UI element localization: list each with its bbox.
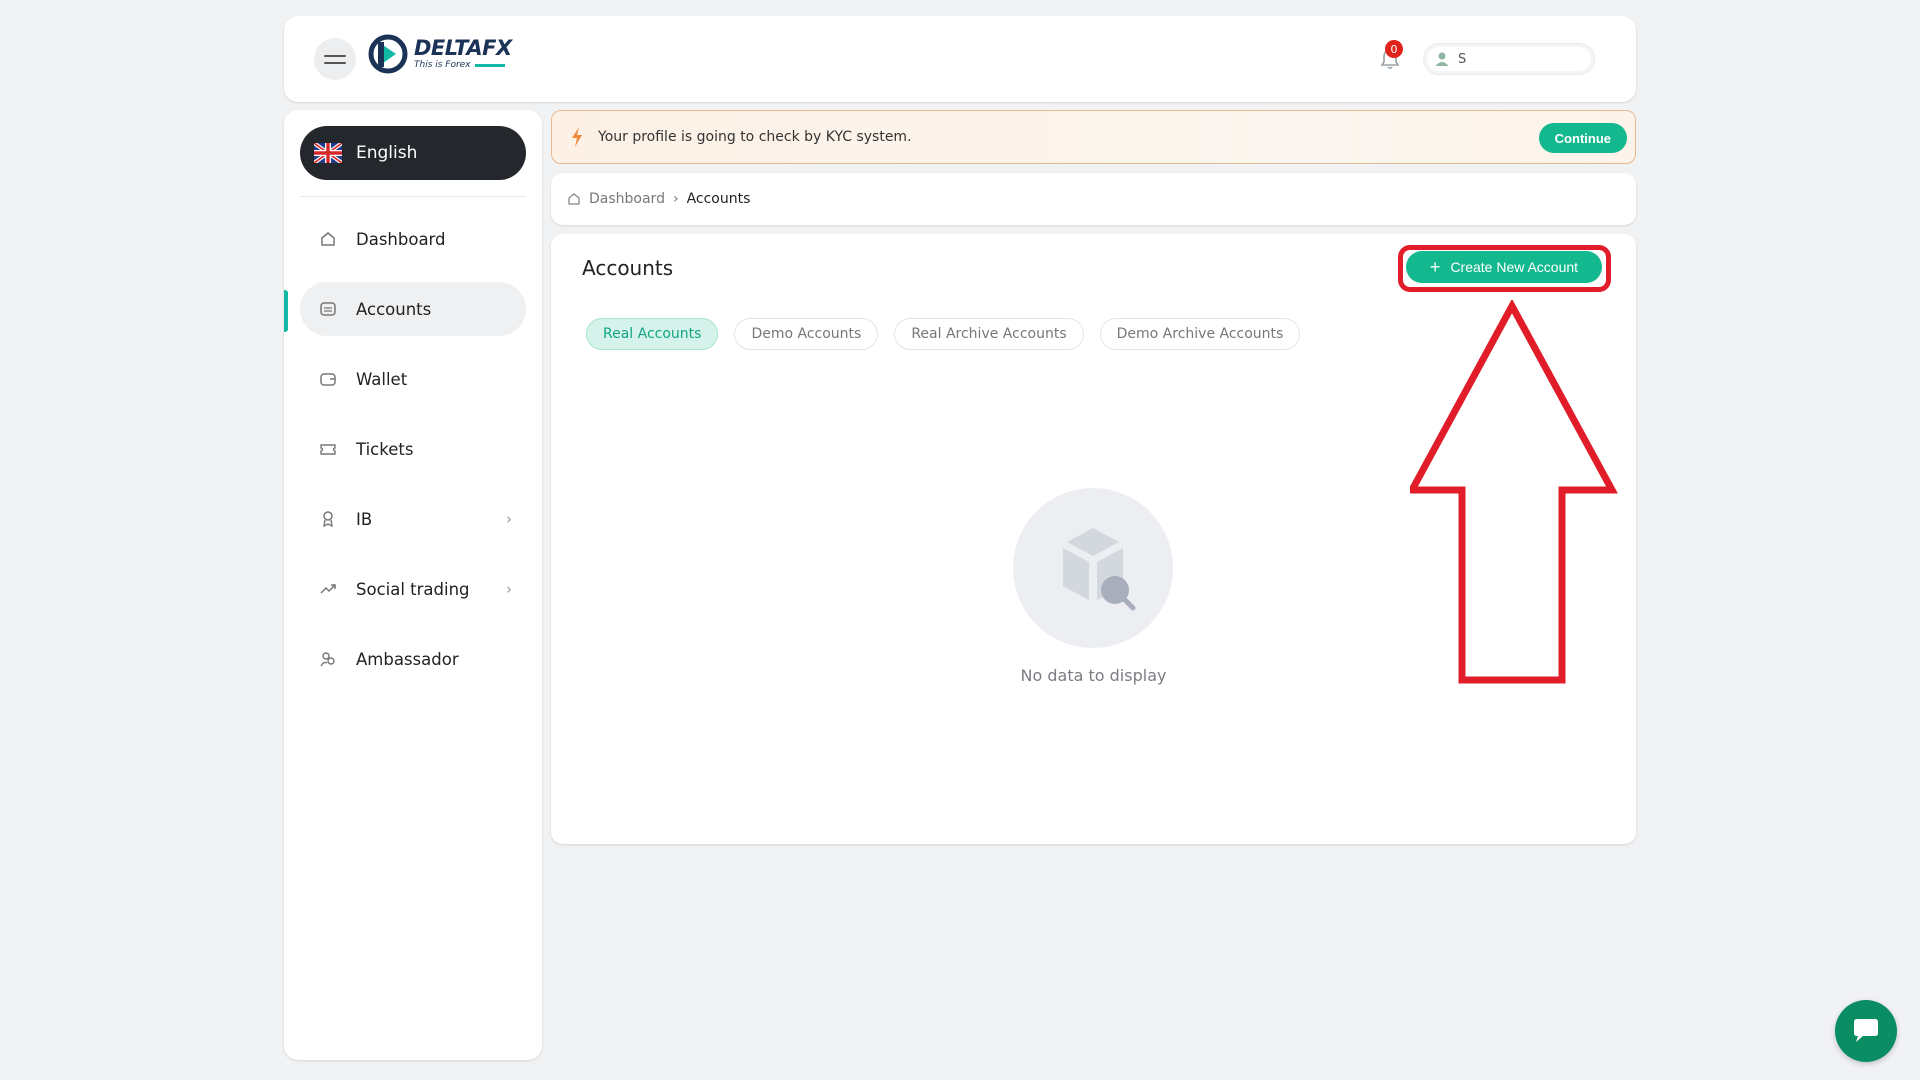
sidebar-item-label: Tickets — [356, 439, 414, 459]
top-header: DELTAFX This is Forex 0 S — [284, 16, 1636, 102]
user-profile-pill[interactable]: S — [1424, 44, 1594, 74]
wallet-icon — [318, 369, 338, 389]
avatar-icon — [1435, 52, 1449, 66]
sidebar-item-accounts[interactable]: Accounts — [300, 282, 526, 336]
tab-demo-archive-accounts[interactable]: Demo Archive Accounts — [1099, 318, 1301, 350]
accounts-icon — [318, 299, 338, 319]
tab-real-accounts[interactable]: Real Accounts — [586, 318, 719, 350]
sidebar: English Dashboard Accounts Wallet Ticket… — [284, 110, 542, 1060]
trending-icon — [318, 579, 338, 599]
empty-state-illustration — [1013, 488, 1173, 648]
sidebar-item-label: Dashboard — [356, 229, 446, 249]
sidebar-item-label: Accounts — [356, 299, 432, 319]
sidebar-item-ib[interactable]: IB › — [300, 492, 526, 546]
tab-demo-accounts[interactable]: Demo Accounts — [734, 318, 879, 350]
tagline-underline — [474, 64, 505, 67]
sidebar-item-dashboard[interactable]: Dashboard — [300, 212, 526, 266]
chat-bubble-icon — [1854, 1019, 1878, 1042]
logo-mark-icon — [368, 34, 408, 74]
sidebar-item-label: Ambassador — [356, 649, 459, 669]
sidebar-item-ambassador[interactable]: Ambassador — [300, 632, 526, 686]
brand-name: DELTAFX — [414, 36, 512, 60]
sidebar-item-social-trading[interactable]: Social trading › — [300, 562, 526, 616]
breadcrumb-current: Accounts — [686, 191, 751, 207]
users-icon — [318, 649, 338, 669]
kyc-banner: Your profile is going to check by KYC sy… — [551, 110, 1636, 164]
create-new-account-label: Create New Account — [1450, 259, 1579, 275]
kyc-message: Your profile is going to check by KYC sy… — [598, 129, 912, 145]
sidebar-item-tickets[interactable]: Tickets — [300, 422, 526, 476]
chevron-right-icon: › — [506, 510, 512, 528]
empty-state-text: No data to display — [1020, 666, 1167, 685]
language-selector[interactable]: English — [300, 126, 526, 180]
notification-count-badge: 0 — [1385, 40, 1403, 58]
sidebar-item-label: Wallet — [356, 369, 408, 389]
hamburger-menu-button[interactable] — [314, 38, 356, 80]
lightning-icon — [572, 127, 582, 147]
badge-icon — [318, 509, 338, 529]
ticket-icon — [318, 439, 338, 459]
tab-real-archive-accounts[interactable]: Real Archive Accounts — [894, 318, 1084, 350]
chat-widget-button[interactable] — [1835, 1000, 1897, 1062]
home-icon — [568, 193, 580, 205]
breadcrumb-dashboard-link[interactable]: Dashboard — [589, 191, 665, 207]
page-title: Accounts — [582, 256, 674, 280]
empty-box-search-icon — [1063, 528, 1136, 611]
uk-flag-icon — [314, 143, 342, 163]
brand-tagline: This is Forex — [414, 60, 471, 70]
menu-icon-line — [324, 61, 346, 64]
kyc-continue-button[interactable]: Continue — [1538, 123, 1627, 153]
sidebar-item-label: Social trading — [356, 579, 470, 599]
deltafx-logo[interactable]: DELTAFX This is Forex — [368, 34, 512, 74]
breadcrumb: Dashboard › Accounts — [551, 173, 1636, 225]
sidebar-item-wallet[interactable]: Wallet — [300, 352, 526, 406]
chevron-right-icon: › — [506, 580, 512, 598]
active-indicator — [284, 290, 288, 332]
menu-icon-line — [324, 54, 346, 57]
breadcrumb-separator: › — [672, 191, 679, 207]
home-icon — [318, 229, 338, 249]
accounts-panel: Accounts + Create New Account Real Accou… — [551, 234, 1636, 844]
plus-icon: + — [1429, 257, 1441, 277]
account-tabs: Real Accounts Demo Accounts Real Archive… — [586, 318, 1301, 350]
language-label: English — [356, 143, 418, 163]
sidebar-item-label: IB — [356, 509, 373, 529]
user-initial: S — [1458, 51, 1467, 67]
sidebar-divider — [300, 196, 526, 197]
create-new-account-button[interactable]: + Create New Account — [1406, 251, 1602, 283]
